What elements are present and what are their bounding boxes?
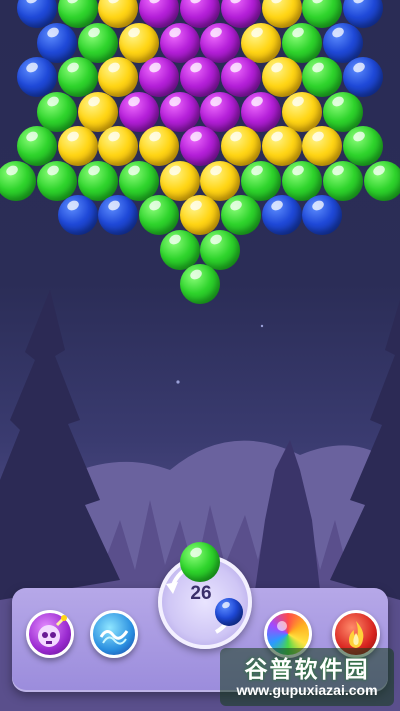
purple-bubble (241, 91, 282, 132)
lightning-powerup-button[interactable] (90, 610, 138, 658)
green-bubble (343, 126, 384, 166)
green-bubble (0, 160, 37, 201)
yellow-bubble (180, 195, 220, 235)
game-screen: 26 谷普软件园 www.gupuxiazai.com (0, 0, 400, 711)
yellow-bubble (139, 126, 180, 166)
star (260, 324, 264, 328)
green-bubble (37, 160, 78, 201)
yellow-bubble (78, 91, 118, 132)
star (176, 380, 180, 384)
purple-bubble (159, 22, 200, 63)
purple-bubble (118, 91, 159, 132)
bomb-powerup-button[interactable] (26, 610, 74, 658)
yellow-bubble (159, 160, 200, 201)
loaded-bubble (180, 542, 220, 582)
green-bubble (322, 160, 363, 201)
blue-bubble (57, 195, 98, 235)
green-bubble (220, 195, 261, 235)
yellow-bubble (241, 22, 282, 63)
next-bubble[interactable] (215, 598, 243, 626)
purple-bubble (200, 91, 241, 132)
green-bubble (37, 91, 78, 132)
yellow-bubble (282, 91, 322, 132)
green-bubble (159, 229, 200, 270)
green-bubble (282, 22, 322, 63)
yellow-bubble (200, 160, 241, 201)
green-bubble (180, 264, 220, 304)
bubble-grid[interactable] (0, 0, 400, 320)
blue-bubble (16, 57, 57, 97)
yellow-bubble (118, 22, 159, 63)
blue-bubble (302, 195, 343, 235)
green-bubble (241, 160, 282, 201)
purple-bubble (180, 57, 220, 97)
lightning-icon (99, 630, 129, 645)
yellow-bubble (261, 126, 302, 166)
yellow-bubble (98, 126, 139, 166)
purple-bubble (220, 57, 261, 97)
green-bubble (302, 57, 343, 97)
green-bubble (139, 195, 180, 235)
purple-bubble (139, 57, 180, 97)
blue-bubble (261, 195, 302, 235)
watermark: 谷普软件园 www.gupuxiazai.com (220, 648, 394, 706)
purple-bubble (200, 22, 241, 63)
green-bubble (363, 160, 400, 201)
purple-bubble (159, 91, 200, 132)
skull-bomb-icon (38, 615, 67, 647)
yellow-bubble (98, 57, 139, 97)
yellow-bubble (261, 57, 302, 97)
blue-bubble (37, 22, 78, 63)
green-bubble (282, 160, 322, 201)
yellow-bubble (220, 126, 261, 166)
green-bubble (78, 22, 118, 63)
yellow-bubble (302, 126, 343, 166)
green-bubble (322, 91, 363, 132)
watermark-title: 谷普软件园 (244, 656, 370, 682)
blue-bubble (343, 57, 384, 97)
yellow-bubble (57, 126, 98, 166)
green-bubble (118, 160, 159, 201)
blue-bubble (98, 195, 139, 235)
purple-bubble (180, 126, 220, 166)
watermark-url: www.gupuxiazai.com (236, 682, 378, 698)
green-bubble (57, 57, 98, 97)
green-bubble (78, 160, 118, 201)
green-bubble (200, 229, 241, 270)
blue-bubble (322, 22, 363, 63)
green-bubble (16, 126, 57, 166)
